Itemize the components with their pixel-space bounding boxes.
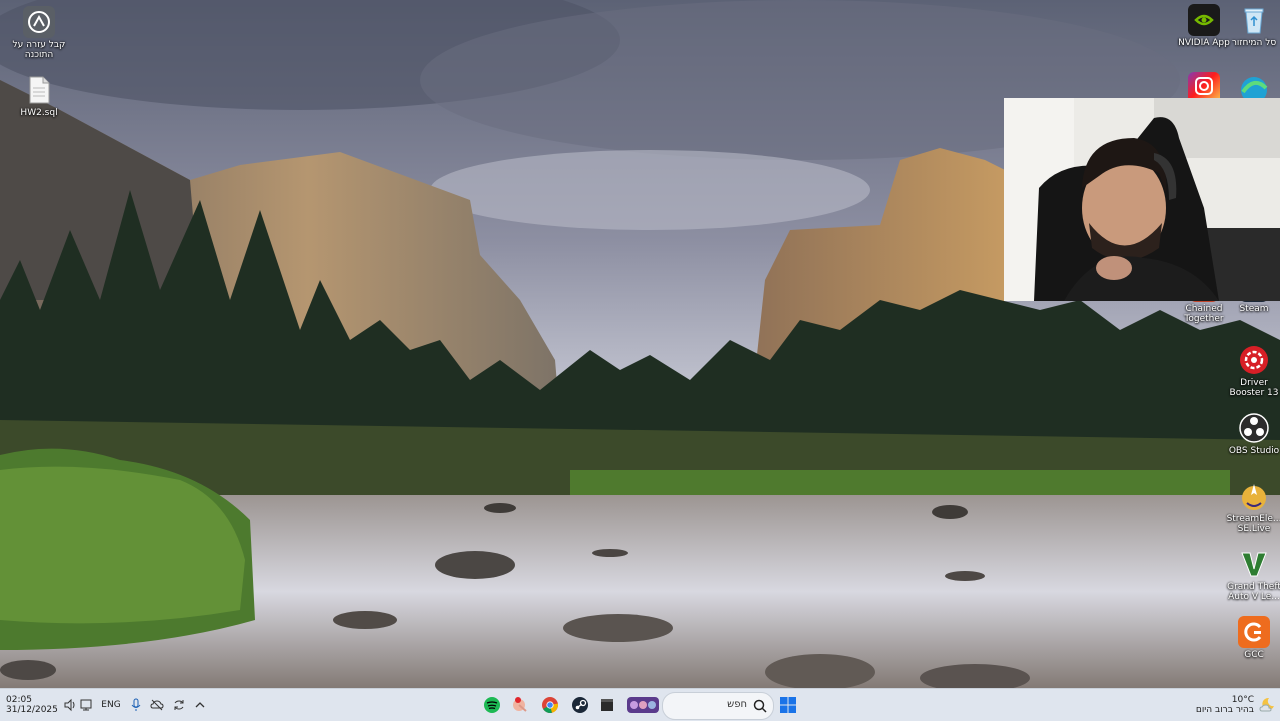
desktop-icon-streamelements[interactable]: StreamEle... SE.Live	[1222, 480, 1280, 534]
desktop-icon-label: StreamEle... SE.Live	[1226, 514, 1280, 534]
gcc-icon	[1238, 616, 1270, 648]
taskbar: 02:05 31/12/2025 ENG חפש 10°C בהיר ברוב …	[0, 688, 1280, 721]
desktop-icon-label: Steam	[1239, 304, 1269, 314]
sync-icon[interactable]	[170, 689, 188, 721]
start-button[interactable]	[776, 689, 800, 721]
desktop-icon-acrobat[interactable]: קבל עזרה על התוכנה	[7, 6, 71, 60]
language-indicator[interactable]: ENG	[98, 689, 124, 721]
chrome-icon	[542, 697, 559, 713]
show-hidden-icons-chevron-icon[interactable]	[192, 689, 208, 721]
language-label: ENG	[101, 700, 121, 710]
weather-widget[interactable]: 10°C בהיר ברוב היום	[1180, 689, 1276, 721]
desktop-icon-gta-v[interactable]: Grand Theft Auto V Le...	[1222, 548, 1280, 602]
driver-booster-icon	[1238, 344, 1270, 376]
edge-shortcut-icon[interactable]	[1238, 72, 1270, 98]
desktop-icon-label: Grand Theft Auto V Le...	[1227, 582, 1280, 602]
microphone-icon[interactable]	[128, 689, 144, 721]
game-bar-taskbar-button[interactable]	[626, 689, 660, 721]
nvidia-app-icon	[1188, 4, 1220, 36]
desktop-icon-label: Driver Booster 13	[1229, 378, 1279, 398]
desktop-icon-label: HW2.sql	[20, 108, 58, 118]
recycle-bin-icon	[1238, 4, 1270, 36]
weather-temperature: 10°C	[1231, 695, 1254, 705]
search-icon	[753, 699, 767, 713]
search-box[interactable]: חפש	[662, 692, 774, 720]
spotify-icon	[484, 697, 500, 713]
gta-v-icon	[1238, 548, 1270, 580]
desktop-icon-label: GCC	[1244, 650, 1264, 660]
network-icon[interactable]	[78, 689, 94, 721]
clock[interactable]: 02:05 31/12/2025	[6, 689, 60, 721]
desktop-icon-obs-studio[interactable]: OBS Studio	[1222, 412, 1280, 456]
desktop-icon-driver-booster[interactable]: Driver Booster 13	[1222, 344, 1280, 398]
obs-studio-icon	[1238, 412, 1270, 444]
streamelements-icon	[1238, 480, 1270, 512]
file-explorer-taskbar-button[interactable]	[508, 689, 532, 721]
clock-date: 31/12/2025	[6, 705, 58, 715]
desktop-icon-label: OBS Studio	[1228, 446, 1280, 456]
spotify-taskbar-button[interactable]	[480, 689, 504, 721]
windows-logo-icon	[780, 697, 796, 713]
steam-taskbar-button[interactable]	[568, 689, 592, 721]
desktop-icon-gcc[interactable]: GCC	[1222, 616, 1280, 660]
desktop-icon-label: סל המיחזור	[1231, 38, 1277, 48]
desktop-icon-hw2-sql[interactable]: HW2.sql	[7, 74, 71, 118]
window-app-taskbar-button[interactable]	[596, 689, 618, 721]
webcam-overlay	[1004, 98, 1280, 301]
cloud-sync-off-icon[interactable]	[148, 689, 166, 721]
desktop-icon-label: קבל עזרה על התוכנה	[12, 40, 66, 60]
desktop-icon-recycle-bin[interactable]: סל המיחזור	[1222, 4, 1280, 48]
volume-icon[interactable]	[62, 689, 78, 721]
sql-file-icon	[23, 74, 55, 106]
search-placeholder: חפש	[727, 699, 747, 710]
acrobat-shortcut-icon	[23, 6, 55, 38]
partly-cloudy-moon-icon	[1259, 697, 1274, 712]
instagram-shortcut-icon[interactable]	[1188, 72, 1220, 98]
chrome-taskbar-button[interactable]	[538, 689, 562, 721]
game-bar-icon	[627, 697, 659, 713]
window-app-icon	[601, 699, 613, 711]
steam-icon	[572, 697, 588, 713]
weather-description: בהיר ברוב היום	[1195, 705, 1254, 715]
clock-time: 02:05	[6, 695, 32, 705]
file-explorer-icon	[513, 697, 527, 712]
